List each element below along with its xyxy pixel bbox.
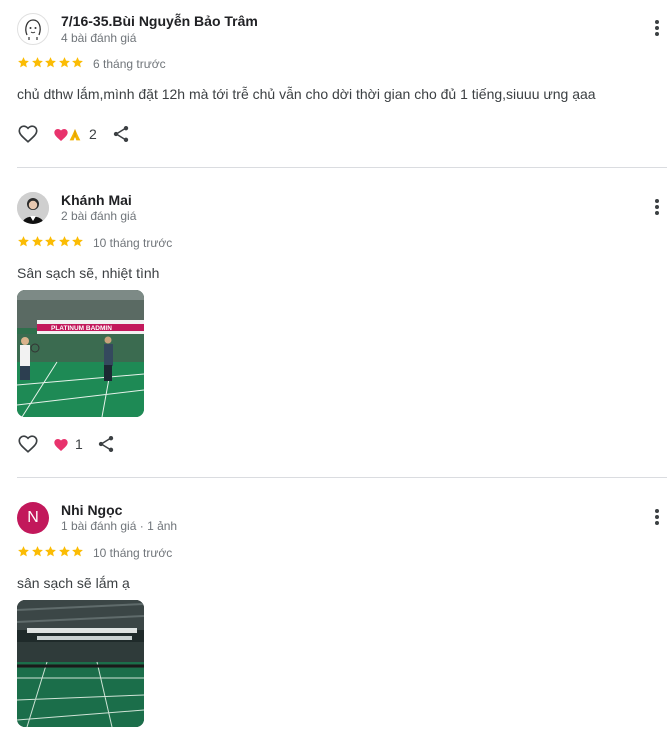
praying-hands-emoji-icon — [69, 129, 81, 141]
cartoon-avatar-icon — [25, 19, 41, 40]
photo-banner-text: PLATINUM BADMIN — [51, 325, 112, 332]
reactions[interactable] — [53, 126, 87, 144]
star-icon — [72, 546, 83, 557]
star-icon — [45, 546, 56, 557]
share-icon[interactable] — [96, 434, 116, 454]
review-photo[interactable]: PLATINUM BADMIN — [17, 290, 144, 417]
indoor-court-photo — [17, 600, 144, 727]
reviewer-meta: 4 bài đánh giá — [61, 31, 137, 45]
more-options-button[interactable] — [648, 19, 666, 39]
heart-emoji-icon — [54, 439, 68, 451]
review-time: 10 tháng trước — [93, 546, 173, 560]
avatar[interactable]: N — [17, 502, 49, 534]
review-text: sân sạch sẽ lắm ạ — [17, 575, 130, 591]
review-actions: 2 — [17, 123, 157, 147]
profile-photo-icon — [17, 192, 49, 224]
reviewer-meta: 1 bài đánh giá · 1 ảnh — [61, 519, 178, 533]
like-heart-icon[interactable] — [17, 123, 39, 145]
star-rating — [17, 545, 85, 559]
star-icon — [31, 236, 43, 247]
review-time: 10 tháng trước — [93, 236, 173, 250]
star-icon — [45, 236, 56, 247]
star-icon — [18, 236, 29, 247]
star-icon — [18, 546, 29, 557]
star-icon — [31, 57, 43, 68]
star-icon — [72, 236, 83, 247]
avatar-letter: N — [27, 509, 39, 526]
star-rating — [17, 56, 85, 70]
reaction-count: 1 — [75, 436, 83, 452]
more-options-button[interactable] — [648, 198, 666, 218]
star-icon — [45, 57, 56, 68]
reviewer-name[interactable]: 7/16-35.Bùi Nguyễn Bảo Trâm — [61, 13, 258, 29]
like-heart-icon[interactable] — [17, 433, 39, 455]
star-icon — [58, 546, 70, 557]
star-icon — [18, 57, 29, 68]
star-icon — [31, 546, 43, 557]
reactions[interactable] — [53, 436, 71, 454]
star-icon — [72, 57, 83, 68]
star-rating — [17, 235, 85, 249]
reviewer-name[interactable]: Khánh Mai — [61, 192, 132, 208]
avatar[interactable] — [17, 192, 49, 224]
review-text: Sân sạch sẽ, nhiệt tình — [17, 265, 160, 281]
badminton-court-photo: PLATINUM BADMIN — [17, 290, 144, 417]
review-actions: 1 — [17, 433, 157, 457]
star-icon — [58, 236, 70, 247]
review-photo[interactable] — [17, 600, 144, 727]
more-options-button[interactable] — [648, 508, 666, 528]
share-icon[interactable] — [111, 124, 131, 144]
avatar[interactable] — [17, 13, 49, 45]
star-icon — [58, 57, 70, 68]
review-text: chủ dthw lắm,mình đặt 12h mà tới trễ chủ… — [17, 86, 596, 102]
reviewer-meta: 2 bài đánh giá — [61, 209, 137, 223]
divider — [17, 167, 667, 168]
divider — [17, 477, 667, 478]
reviewer-name[interactable]: Nhi Ngọc — [61, 502, 122, 518]
reaction-count: 2 — [89, 126, 97, 142]
review-time: 6 tháng trước — [93, 57, 166, 71]
